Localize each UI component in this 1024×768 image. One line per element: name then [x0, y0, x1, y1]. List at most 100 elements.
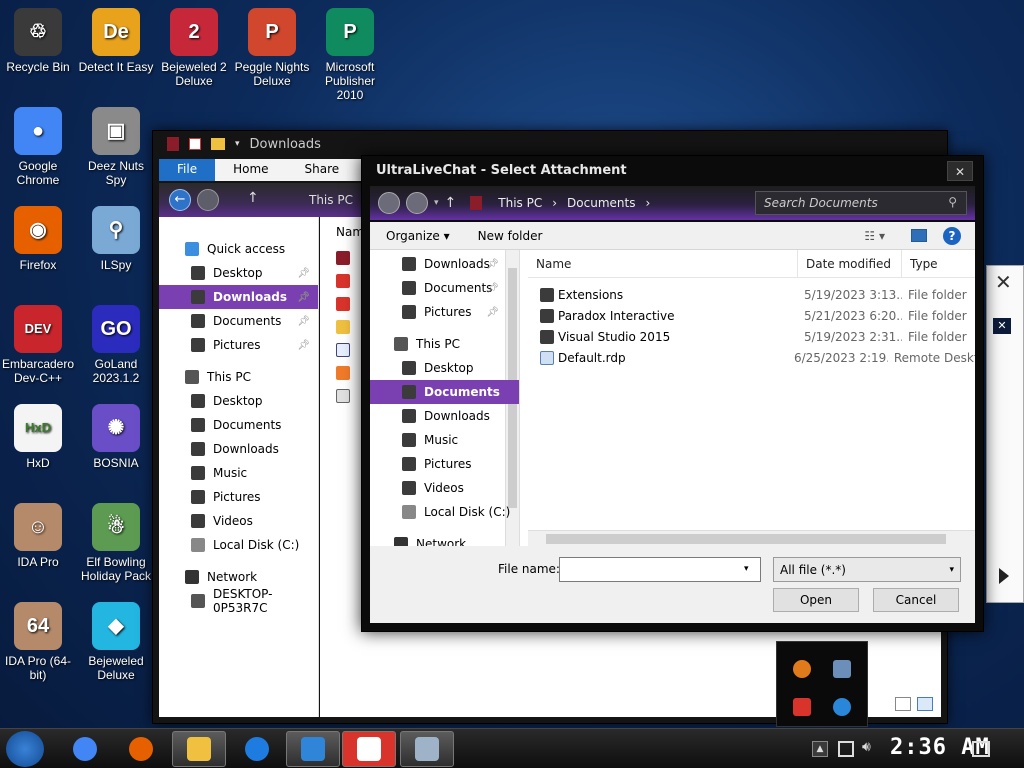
back-button[interactable]: ← — [169, 189, 191, 211]
file-row[interactable]: Paradox Interactive 5/21/2023 6:20... File… — [528, 305, 975, 326]
nav-item[interactable]: Videos — [159, 509, 318, 533]
nav-network[interactable]: Network — [159, 565, 318, 589]
notifications-icon[interactable] — [972, 741, 990, 757]
volume-icon[interactable]: 🔊︎ — [862, 739, 871, 755]
pin-icon[interactable]: 📌︎ — [297, 292, 310, 303]
nav-item[interactable]: Pictures 📌︎ — [159, 333, 318, 357]
up-button[interactable]: ↑ — [247, 190, 259, 206]
nav-item[interactable]: Videos — [370, 476, 519, 500]
nav-item[interactable]: DESKTOP-0P53R7C — [159, 587, 318, 615]
nav-item[interactable]: Music — [370, 428, 519, 452]
select-attachment-dialog[interactable]: UltraLiveChat - Select Attachment ✕ ▾ ↑ … — [361, 155, 984, 632]
search-input[interactable]: Search Documents — [755, 191, 967, 215]
nav-item[interactable]: Pictures 📌︎ — [370, 300, 519, 324]
file-row[interactable]: Extensions 5/19/2023 3:13... File folder — [528, 284, 975, 305]
column-header-name[interactable]: Name — [528, 250, 798, 277]
taskbar-chrome[interactable] — [58, 731, 112, 767]
desktop-icon[interactable]: ♲ Recycle Bin — [0, 8, 76, 74]
nav-item[interactable]: Pictures — [159, 485, 318, 509]
chevron-down-icon[interactable]: ▾ — [949, 565, 954, 575]
forward-button[interactable] — [197, 189, 219, 211]
breadcrumb-this-pc[interactable]: This PC — [498, 196, 542, 210]
chevron-down-icon[interactable]: ▾ — [434, 198, 439, 208]
desktop-icon[interactable]: DEV Embarcadero Dev-C++ — [0, 305, 76, 385]
nav-quick-access[interactable]: Quick access — [159, 237, 318, 261]
chevron-right-icon[interactable]: › — [645, 196, 650, 210]
nav-item[interactable]: Desktop — [370, 356, 519, 380]
nav-item[interactable]: Music — [159, 461, 318, 485]
pin-icon[interactable]: 📌︎ — [297, 268, 310, 279]
pin-icon[interactable]: 📌︎ — [486, 259, 499, 270]
file-list-horizontal-scrollbar[interactable] — [528, 530, 975, 546]
nav-item[interactable]: Desktop — [159, 389, 318, 413]
pin-icon[interactable]: 📌︎ — [486, 307, 499, 318]
back-button[interactable] — [378, 192, 400, 214]
explorer-titlebar[interactable]: ▾ Downloads — [153, 131, 947, 157]
open-button[interactable]: Open — [773, 588, 859, 612]
tab-file[interactable]: File — [159, 159, 216, 181]
taskbar-firefox[interactable] — [114, 731, 168, 767]
nav-item[interactable]: Documents 📌︎ — [370, 276, 519, 300]
file-row[interactable]: Default.rdp 6/25/2023 2:19... Remote Deskt — [528, 347, 975, 368]
view-toggle-icon-2[interactable] — [917, 697, 933, 711]
desktop-icon[interactable]: De Detect It Easy — [78, 8, 154, 74]
desktop-icon[interactable]: ✺ BOSNIA — [78, 404, 154, 470]
nav-item[interactable]: Downloads 📌︎ — [159, 285, 318, 309]
desktop-icon[interactable]: ▣ Deez Nuts Spy — [78, 107, 154, 187]
desktop-icon[interactable]: ◉ Firefox — [0, 206, 76, 272]
tray-expand-button[interactable]: ▲ — [812, 741, 828, 757]
nav-item[interactable]: Documents — [370, 380, 519, 404]
up-button[interactable]: ↑ — [445, 195, 457, 211]
nav-this-pc[interactable]: This PC — [159, 365, 318, 389]
nav-item[interactable]: Local Disk (C:) — [159, 533, 318, 557]
desktop-icon[interactable]: ☺ IDA Pro — [0, 503, 76, 569]
desktop-icon[interactable]: ☃ Elf Bowling Holiday Pack — [78, 503, 154, 583]
desktop-icon[interactable]: GO GoLand 2023.1.2 — [78, 305, 154, 385]
background-window-edge[interactable]: ✕ ✕ — [986, 265, 1024, 603]
file-row[interactable]: Visual Studio 2015 5/19/2023 2:31... File … — [528, 326, 975, 347]
pin-icon[interactable]: 📌︎ — [486, 283, 499, 294]
magnifier-icon[interactable] — [793, 660, 811, 678]
desktop-icon[interactable]: ⚲ ILSpy — [78, 206, 154, 272]
view-toggle-icon[interactable] — [895, 697, 911, 711]
nav-item[interactable]: Documents 📌︎ — [159, 309, 318, 333]
close-icon-small[interactable]: ✕ — [993, 318, 1011, 334]
desktop-icon[interactable]: 2 Bejeweled 2 Deluxe — [156, 8, 232, 88]
desktop-icon[interactable]: P Microsoft Publisher 2010 — [312, 8, 388, 102]
close-icon[interactable]: ✕ — [995, 270, 1012, 294]
desktop-icon[interactable]: ● Google Chrome — [0, 107, 76, 187]
sync-icon[interactable] — [833, 698, 851, 716]
anydesk-icon[interactable] — [793, 698, 811, 716]
nav-item[interactable]: Documents — [159, 413, 318, 437]
preview-pane-icon[interactable] — [911, 229, 927, 242]
dialog-address-bar[interactable]: ▾ ↑ This PC › Documents › Search Documen… — [370, 186, 975, 220]
start-button[interactable] — [6, 731, 44, 767]
file-name-input[interactable] — [559, 557, 761, 582]
nav-item[interactable]: Downloads 📌︎ — [370, 252, 519, 276]
nav-this-pc[interactable]: This PC — [370, 332, 519, 356]
taskbar-file-explorer[interactable] — [172, 731, 226, 767]
taskbar-monitor[interactable] — [400, 731, 454, 767]
view-options-icon[interactable]: ☷ ▾ — [864, 229, 885, 243]
taskbar-anydesk[interactable] — [342, 731, 396, 767]
nav-item[interactable]: Downloads — [370, 404, 519, 428]
nav-item[interactable]: Downloads — [159, 437, 318, 461]
dialog-close-button[interactable]: ✕ — [947, 161, 973, 181]
desktop-icon[interactable]: P Peggle Nights Deluxe — [234, 8, 310, 88]
nav-item[interactable]: Pictures — [370, 452, 519, 476]
window-icon[interactable] — [833, 660, 851, 678]
desktop-icon[interactable]: ◆ Bejeweled Deluxe — [78, 602, 154, 682]
help-icon[interactable]: ? — [943, 227, 961, 245]
new-folder-button[interactable]: New folder — [478, 229, 543, 243]
column-header-type[interactable]: Type — [902, 250, 938, 277]
nav-item[interactable]: Desktop 📌︎ — [159, 261, 318, 285]
desktop-icon[interactable]: 64 IDA Pro (64-bit) — [0, 602, 76, 682]
column-header-date[interactable]: Date modified — [798, 250, 902, 277]
breadcrumb-documents[interactable]: Documents — [567, 196, 635, 210]
address-crumb[interactable]: This PC — [309, 193, 353, 207]
nav-network[interactable]: Network — [370, 532, 519, 546]
file-type-select[interactable]: All file (*.*) ▾ — [773, 557, 961, 582]
column-header-name[interactable]: Nam — [336, 225, 364, 239]
cancel-button[interactable]: Cancel — [873, 588, 959, 612]
forward-button[interactable] — [406, 192, 428, 214]
